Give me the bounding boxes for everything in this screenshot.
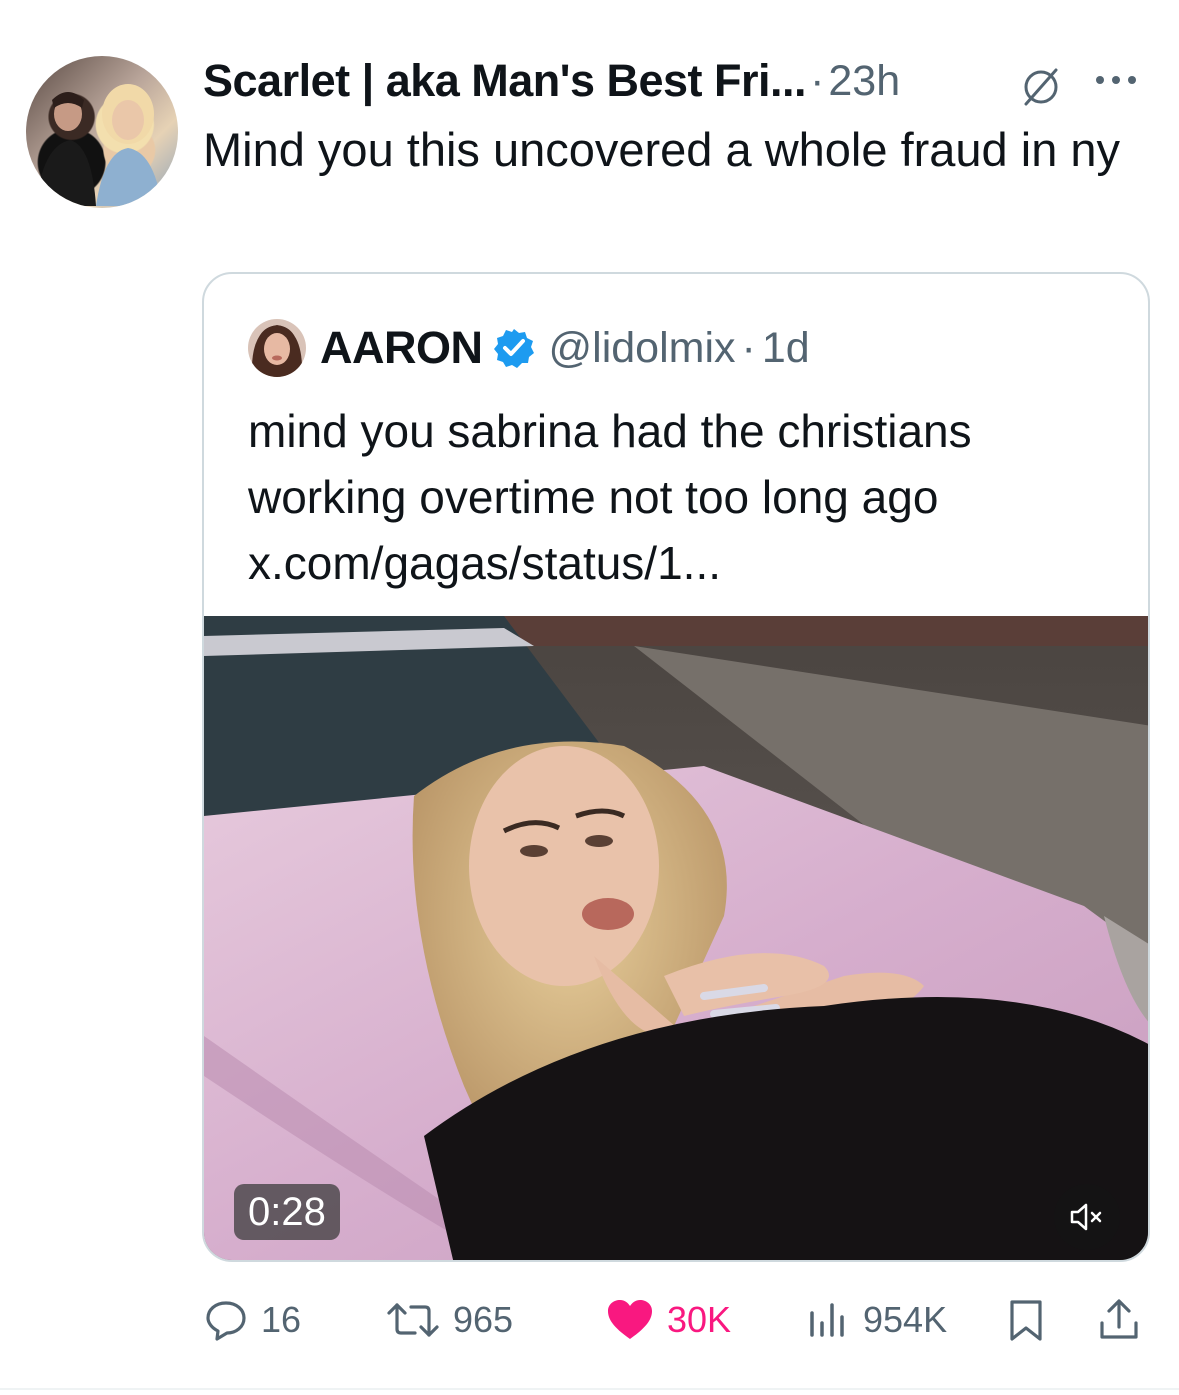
repost-count: 965 <box>453 1299 514 1340</box>
author-display-name[interactable]: Scarlet | aka Man's Best Fri... <box>203 55 807 107</box>
quoted-tweet-text: mind you sabrina had the christians work… <box>248 405 972 589</box>
tweet-timestamp[interactable]: 23h <box>828 57 900 106</box>
bookmark-icon <box>1010 1300 1042 1341</box>
quoted-author-avatar[interactable] <box>248 319 306 377</box>
tweet-header: Scarlet | aka Man's Best Fri... · 23h <box>203 52 900 110</box>
heart-filled-icon <box>608 1300 652 1339</box>
views-icon <box>810 1303 844 1337</box>
verified-badge-icon <box>493 327 535 369</box>
quoted-author-handle[interactable]: @lidolmix <box>549 324 736 373</box>
quoted-tweet-header: AARON @lidolmix · 1d <box>248 318 810 378</box>
volume-muted-icon[interactable] <box>1054 1184 1120 1250</box>
repost-icon <box>387 1303 439 1337</box>
header-separator: · <box>810 56 825 105</box>
author-avatar[interactable] <box>26 56 178 208</box>
share-button[interactable] <box>1096 1290 1154 1350</box>
quoted-header-separator: · <box>741 323 756 372</box>
reply-icon <box>206 1301 246 1341</box>
reply-count: 16 <box>261 1299 302 1340</box>
mute-conversation-icon[interactable] <box>1018 64 1064 110</box>
divider <box>0 1388 1179 1390</box>
share-icon <box>1100 1299 1138 1339</box>
video-frame <box>204 616 1148 1260</box>
bookmark-button[interactable] <box>1005 1290 1059 1350</box>
tweet-action-bar: 16 965 30K 954K <box>0 1290 1179 1350</box>
views-button[interactable]: 954K <box>805 1290 947 1350</box>
like-button[interactable]: 30K <box>605 1290 731 1350</box>
more-options-icon[interactable] <box>1086 66 1146 94</box>
reply-button[interactable]: 16 <box>203 1290 301 1350</box>
like-count: 30K <box>667 1299 732 1340</box>
video-player[interactable]: 0:28 <box>204 616 1148 1260</box>
view-count: 954K <box>863 1299 948 1340</box>
quoted-tweet-timestamp[interactable]: 1d <box>762 324 810 373</box>
video-duration-badge: 0:28 <box>234 1184 340 1240</box>
tweet-text: Mind you this uncovered a whole fraud in… <box>203 123 1121 176</box>
repost-button[interactable]: 965 <box>385 1290 513 1350</box>
quoted-tweet-card[interactable]: AARON @lidolmix · 1d mind you sabrina ha… <box>202 272 1150 1262</box>
quoted-author-name[interactable]: AARON <box>320 322 483 374</box>
